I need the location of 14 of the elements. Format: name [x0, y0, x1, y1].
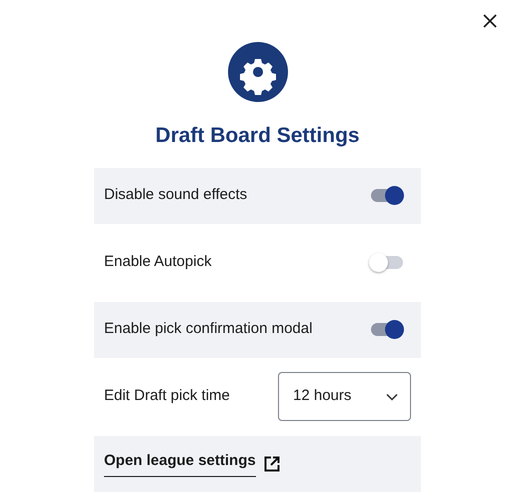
- chevron-down-icon: [386, 392, 398, 400]
- toggle-switch[interactable]: [371, 323, 403, 336]
- setting-label: Enable Autopick: [104, 252, 212, 272]
- toggle-switch[interactable]: [371, 256, 403, 269]
- time-dropdown[interactable]: 12 hours: [278, 372, 411, 421]
- setting-label: Enable pick confirmation modal: [104, 319, 312, 340]
- setting-label: Edit Draft pick time: [104, 386, 230, 406]
- close-icon: [483, 14, 497, 28]
- external-link-icon: [264, 456, 280, 472]
- dialog-title: Draft Board Settings: [154, 123, 361, 149]
- setting-label: Disable sound effects: [104, 185, 248, 206]
- toggle-switch[interactable]: [371, 189, 403, 202]
- close-button[interactable]: [481, 12, 499, 30]
- settings-icon: [228, 42, 288, 102]
